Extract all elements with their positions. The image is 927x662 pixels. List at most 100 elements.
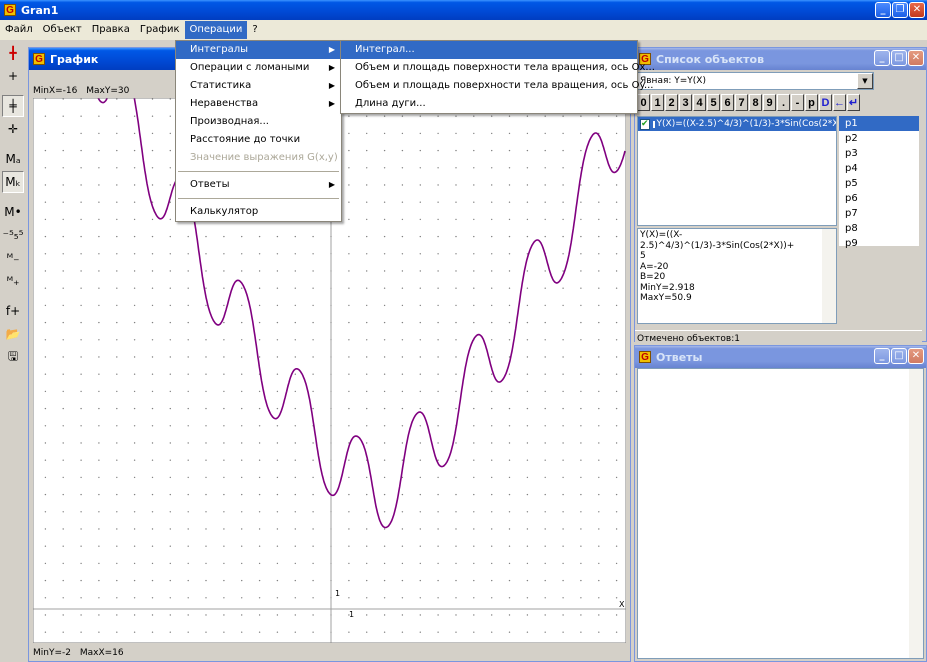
menu-5[interactable]: ? bbox=[247, 21, 262, 39]
grid-dot bbox=[44, 201, 47, 203]
point-item[interactable]: p4 bbox=[839, 161, 919, 176]
grid-dot bbox=[205, 390, 207, 393]
menu-item[interactable]: Интеграл... bbox=[341, 41, 637, 59]
answers-content[interactable] bbox=[637, 368, 924, 659]
menu-item[interactable]: Объем и площадь поверхности тела вращени… bbox=[341, 77, 653, 95]
grid-dot bbox=[187, 356, 189, 358]
menu-2[interactable]: Правка bbox=[87, 21, 135, 39]
close-icon[interactable]: ✕ bbox=[908, 348, 924, 364]
digit-button[interactable]: 3 bbox=[679, 94, 692, 111]
grid-dot bbox=[437, 356, 439, 358]
save-disk-icon[interactable]: 🖫 bbox=[2, 346, 24, 368]
menu-item[interactable]: Объем и площадь поверхности тела вращени… bbox=[341, 59, 655, 77]
scale-k-icon[interactable]: Mₖ bbox=[2, 171, 24, 193]
menu-item[interactable]: Интегралы ▶ bbox=[176, 41, 341, 59]
info-scrollbar[interactable] bbox=[822, 229, 836, 323]
grid-dot bbox=[508, 321, 511, 324]
grid-dot bbox=[223, 579, 225, 582]
menu-item[interactable]: Статистика ▶ bbox=[176, 77, 341, 95]
digit-button[interactable]: 6 bbox=[721, 94, 734, 111]
grid-dot bbox=[151, 459, 154, 461]
point-item[interactable]: p9 bbox=[839, 236, 919, 251]
open-folder-icon[interactable]: 📂 bbox=[2, 323, 24, 345]
grid-dot bbox=[151, 562, 154, 565]
digit-button[interactable]: 4 bbox=[693, 94, 706, 111]
objects-title-bar[interactable]: G Список объектов _ □ ✕ bbox=[635, 48, 926, 70]
menu-4[interactable]: Операции bbox=[184, 21, 248, 39]
answers-title-bar[interactable]: G Ответы _ □ ✕ bbox=[635, 346, 926, 368]
digit-button[interactable]: 5 bbox=[707, 94, 720, 111]
close-icon[interactable]: ✕ bbox=[908, 50, 924, 66]
digit-button[interactable]: p bbox=[805, 94, 818, 111]
zoom-out-icon[interactable]: ᴹ₋ bbox=[2, 247, 24, 269]
grid-dot bbox=[187, 597, 189, 599]
maximize-icon[interactable]: □ bbox=[891, 50, 907, 66]
menu-item-label: Операции с ломаными bbox=[190, 62, 310, 73]
minimize-icon[interactable]: _ bbox=[874, 50, 890, 66]
close-icon[interactable]: ✕ bbox=[909, 2, 925, 18]
menu-item[interactable]: Ответы ▶ bbox=[176, 176, 341, 194]
checkbox-checked-icon[interactable]: ✔ bbox=[640, 118, 650, 130]
digit-button[interactable]: - bbox=[791, 94, 804, 111]
grid-dot bbox=[615, 356, 618, 358]
menu-item[interactable]: Расстояние до точки bbox=[176, 131, 341, 149]
grid-dot bbox=[116, 270, 118, 272]
menu-item-label: Неравенства bbox=[190, 98, 259, 109]
menu-3[interactable]: График bbox=[135, 21, 185, 39]
point-item[interactable]: p1 bbox=[839, 116, 919, 131]
point-item[interactable]: p3 bbox=[839, 146, 919, 161]
chevron-down-icon[interactable]: ▼ bbox=[857, 73, 873, 89]
digit-button[interactable]: 2 bbox=[665, 94, 678, 111]
axes-red-icon[interactable]: ╋ bbox=[2, 42, 24, 64]
ticks-icon[interactable]: ⁻⁵₅⁵ bbox=[2, 224, 24, 246]
scale-a-icon[interactable]: Mₐ bbox=[2, 148, 24, 170]
grid-dot bbox=[62, 304, 64, 307]
app-title-bar[interactable]: G Gran1 _ ❐ ✕ bbox=[0, 0, 927, 20]
function-add-icon[interactable]: f+ bbox=[2, 300, 24, 322]
grid-dot bbox=[401, 132, 404, 135]
answers-scrollbar[interactable] bbox=[909, 369, 923, 658]
digit-button[interactable]: 7 bbox=[735, 94, 748, 111]
point-item[interactable]: p8 bbox=[839, 221, 919, 236]
grid-dot bbox=[312, 339, 314, 341]
point-item[interactable]: p7 bbox=[839, 206, 919, 221]
menu-item[interactable]: Калькулятор bbox=[176, 203, 341, 221]
digit-button[interactable]: ← bbox=[833, 94, 846, 111]
digit-button[interactable]: . bbox=[777, 94, 790, 111]
menu-item[interactable]: Неравенства ▶ bbox=[176, 95, 341, 113]
point-item[interactable]: p6 bbox=[839, 191, 919, 206]
grid-dot bbox=[276, 476, 279, 479]
menu-item[interactable]: Длина дуги... bbox=[341, 95, 637, 113]
grid-dot bbox=[312, 579, 314, 582]
point-item[interactable]: p5 bbox=[839, 176, 919, 191]
digit-button[interactable]: 8 bbox=[749, 94, 762, 111]
grid-dot bbox=[562, 167, 564, 169]
maximize-icon[interactable]: □ bbox=[891, 348, 907, 364]
digit-button[interactable]: 0 bbox=[637, 94, 650, 111]
axes-cross-icon[interactable]: ✛ bbox=[2, 118, 24, 140]
digit-button[interactable]: 9 bbox=[763, 94, 776, 111]
grid-dot bbox=[62, 614, 64, 616]
digit-button[interactable]: ↵ bbox=[847, 94, 860, 111]
points-list[interactable]: p1 p2 p3 p4 p5 p6 p7 p8 p9 bbox=[839, 116, 919, 249]
menu-item[interactable]: Производная... bbox=[176, 113, 341, 131]
object-type-select[interactable]: Явная: Y=Y(X) ▼ bbox=[637, 72, 874, 90]
menu-0[interactable]: Файл bbox=[0, 21, 38, 39]
menu-1[interactable]: Объект bbox=[38, 21, 87, 39]
minimize-icon[interactable]: _ bbox=[874, 348, 890, 364]
x-axis-tick-label: 1 bbox=[349, 610, 354, 619]
zoom-in-icon[interactable]: ᴹ₊ bbox=[2, 270, 24, 292]
point-item[interactable]: p2 bbox=[839, 131, 919, 146]
object-row[interactable]: ✔ Y(X)=((X-2.5)^4/3)^(1/3)-3*Sin(Cos(2*X… bbox=[638, 117, 836, 131]
grid-dot bbox=[348, 373, 350, 375]
minimize-icon[interactable]: _ bbox=[875, 2, 891, 18]
digit-button[interactable]: 1 bbox=[651, 94, 664, 111]
menu-item[interactable]: Операции с ломаными ▶ bbox=[176, 59, 341, 77]
grid-dot bbox=[598, 442, 600, 444]
restore-icon[interactable]: ❐ bbox=[892, 2, 908, 18]
axes-tick-icon[interactable]: ╪ bbox=[2, 95, 24, 117]
digit-button[interactable]: D bbox=[819, 94, 832, 111]
object-list[interactable]: ✔ Y(X)=((X-2.5)^4/3)^(1/3)-3*Sin(Cos(2*X… bbox=[637, 116, 837, 226]
mark-point-icon[interactable]: M• bbox=[2, 201, 24, 223]
axes-icon[interactable]: + bbox=[2, 65, 24, 87]
